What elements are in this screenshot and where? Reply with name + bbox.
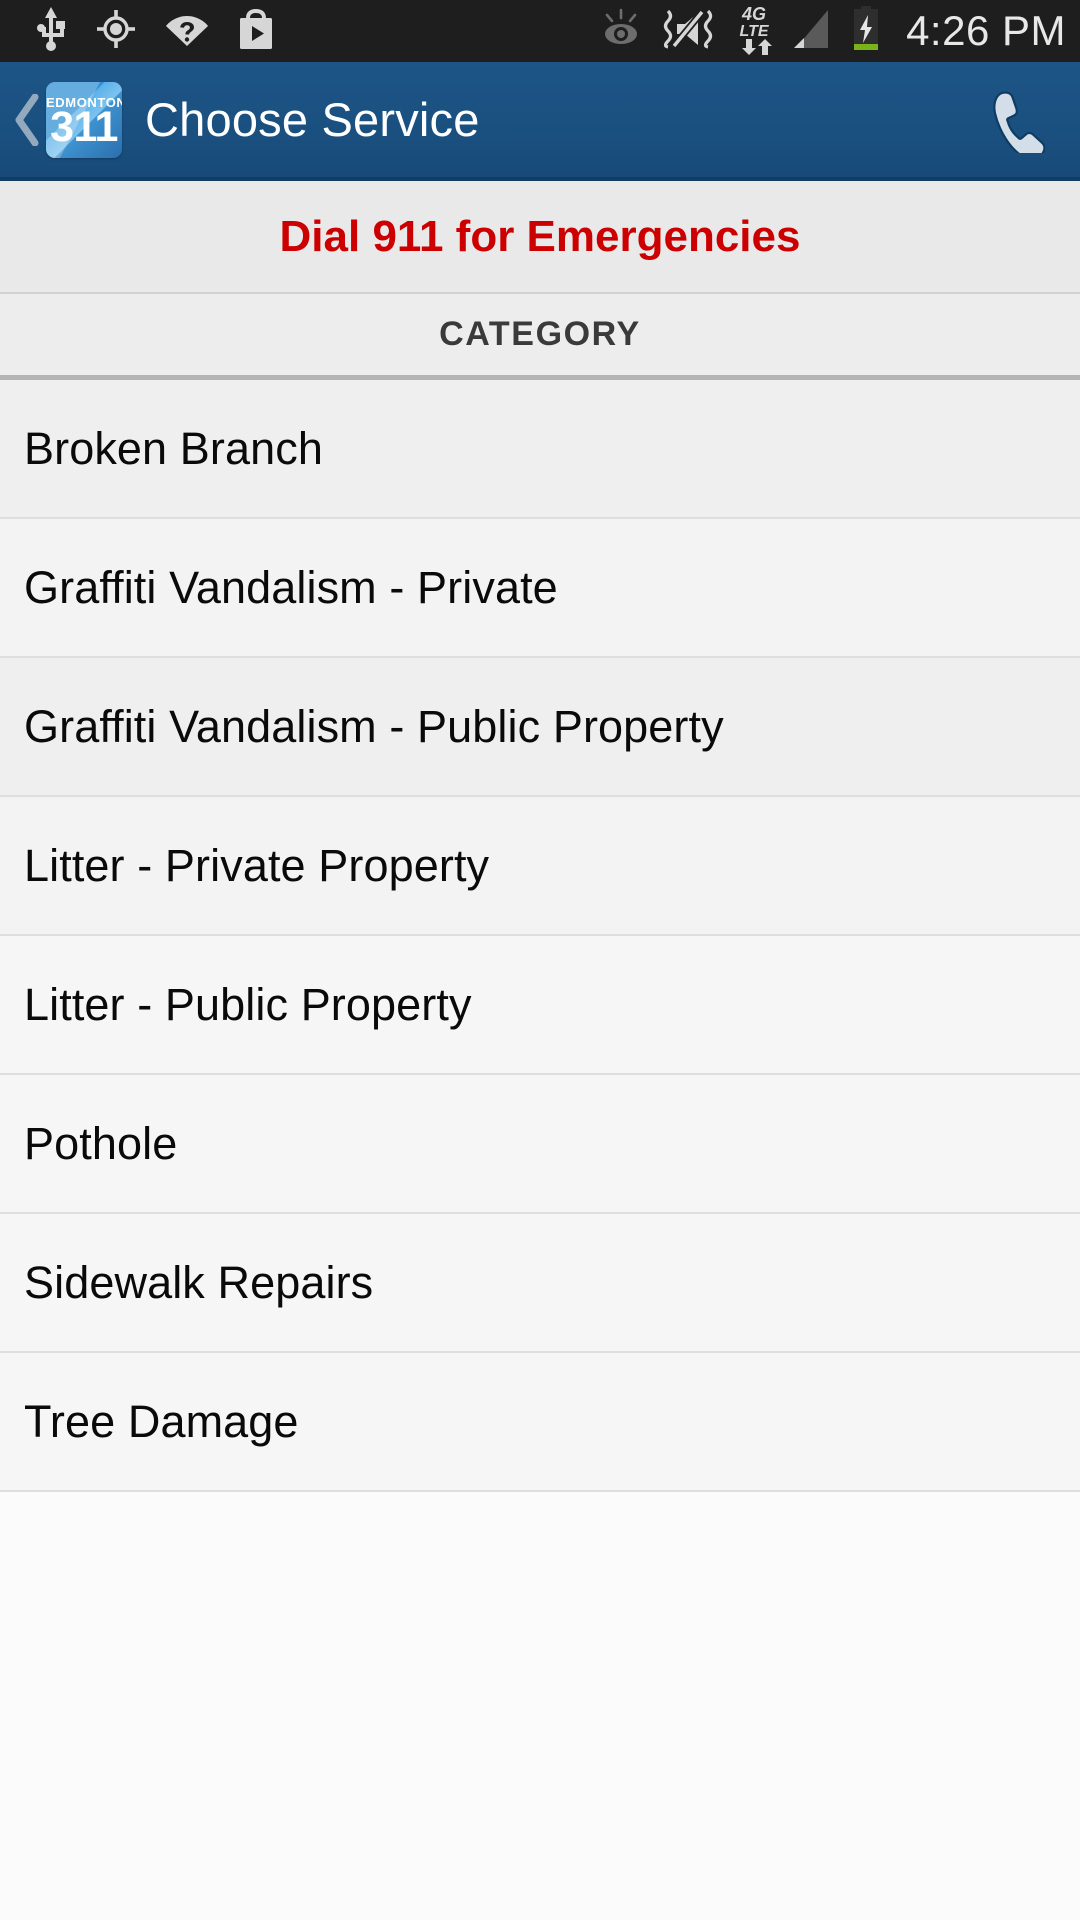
battery-charging-icon xyxy=(852,5,880,57)
list-item-label: Litter - Public Property xyxy=(24,978,472,1030)
status-bar: 4G LTE 4:26 PM xyxy=(0,0,1080,62)
list-item-label: Graffiti Vandalism - Public Property xyxy=(24,700,724,752)
list-item[interactable]: Sidewalk Repairs xyxy=(0,1214,1080,1353)
call-button[interactable] xyxy=(974,82,1050,158)
emergency-banner: Dial 911 for Emergencies xyxy=(0,181,1080,294)
status-bar-clock: 4:26 PM xyxy=(906,7,1066,54)
section-header-label: CATEGORY xyxy=(439,315,641,353)
app-logo-311[interactable]: EDMONTON 311 xyxy=(46,81,122,158)
list-item-label: Sidewalk Repairs xyxy=(24,1256,374,1308)
status-bar-left-icons xyxy=(36,6,274,56)
4g-lte-data-icon: 4G LTE xyxy=(732,3,776,60)
list-item-label: Pothole xyxy=(24,1117,178,1169)
app-logo-number: 311 xyxy=(50,102,118,151)
smart-stay-eye-icon xyxy=(598,8,644,55)
cell-signal-icon xyxy=(792,8,836,55)
category-list: Broken Branch Graffiti Vandalism - Priva… xyxy=(0,380,1080,1492)
svg-text:4G: 4G xyxy=(741,4,766,24)
list-item-label: Graffiti Vandalism - Private xyxy=(24,561,558,613)
svg-text:LTE: LTE xyxy=(740,23,770,40)
list-item[interactable]: Pothole xyxy=(0,1075,1080,1214)
list-item-label: Broken Branch xyxy=(24,422,323,474)
section-header-category: CATEGORY xyxy=(0,294,1080,380)
list-item[interactable]: Graffiti Vandalism - Public Property xyxy=(0,658,1080,797)
play-store-icon xyxy=(238,8,274,55)
list-item[interactable]: Broken Branch xyxy=(0,380,1080,519)
back-button[interactable] xyxy=(10,87,44,153)
gps-location-icon xyxy=(96,9,136,54)
wifi-question-icon xyxy=(166,12,208,51)
status-bar-right-icons: 4G LTE 4:26 PM xyxy=(598,3,1066,60)
list-item[interactable]: Litter - Public Property xyxy=(0,936,1080,1075)
emergency-banner-text: Dial 911 for Emergencies xyxy=(279,211,801,261)
app-screen: 4G LTE 4:26 PM EDMONTON 311 Choose Servi… xyxy=(0,0,1080,1920)
list-item[interactable]: Graffiti Vandalism - Private xyxy=(0,519,1080,658)
list-item-label: Tree Damage xyxy=(24,1395,299,1447)
list-item[interactable]: Tree Damage xyxy=(0,1353,1080,1492)
list-item-label: Litter - Private Property xyxy=(24,839,490,891)
usb-icon xyxy=(36,6,66,56)
page-title: Choose Service xyxy=(145,93,480,146)
sound-muted-vibrate-icon xyxy=(660,7,716,56)
action-bar: EDMONTON 311 Choose Service xyxy=(0,62,1080,181)
list-item[interactable]: Litter - Private Property xyxy=(0,797,1080,936)
